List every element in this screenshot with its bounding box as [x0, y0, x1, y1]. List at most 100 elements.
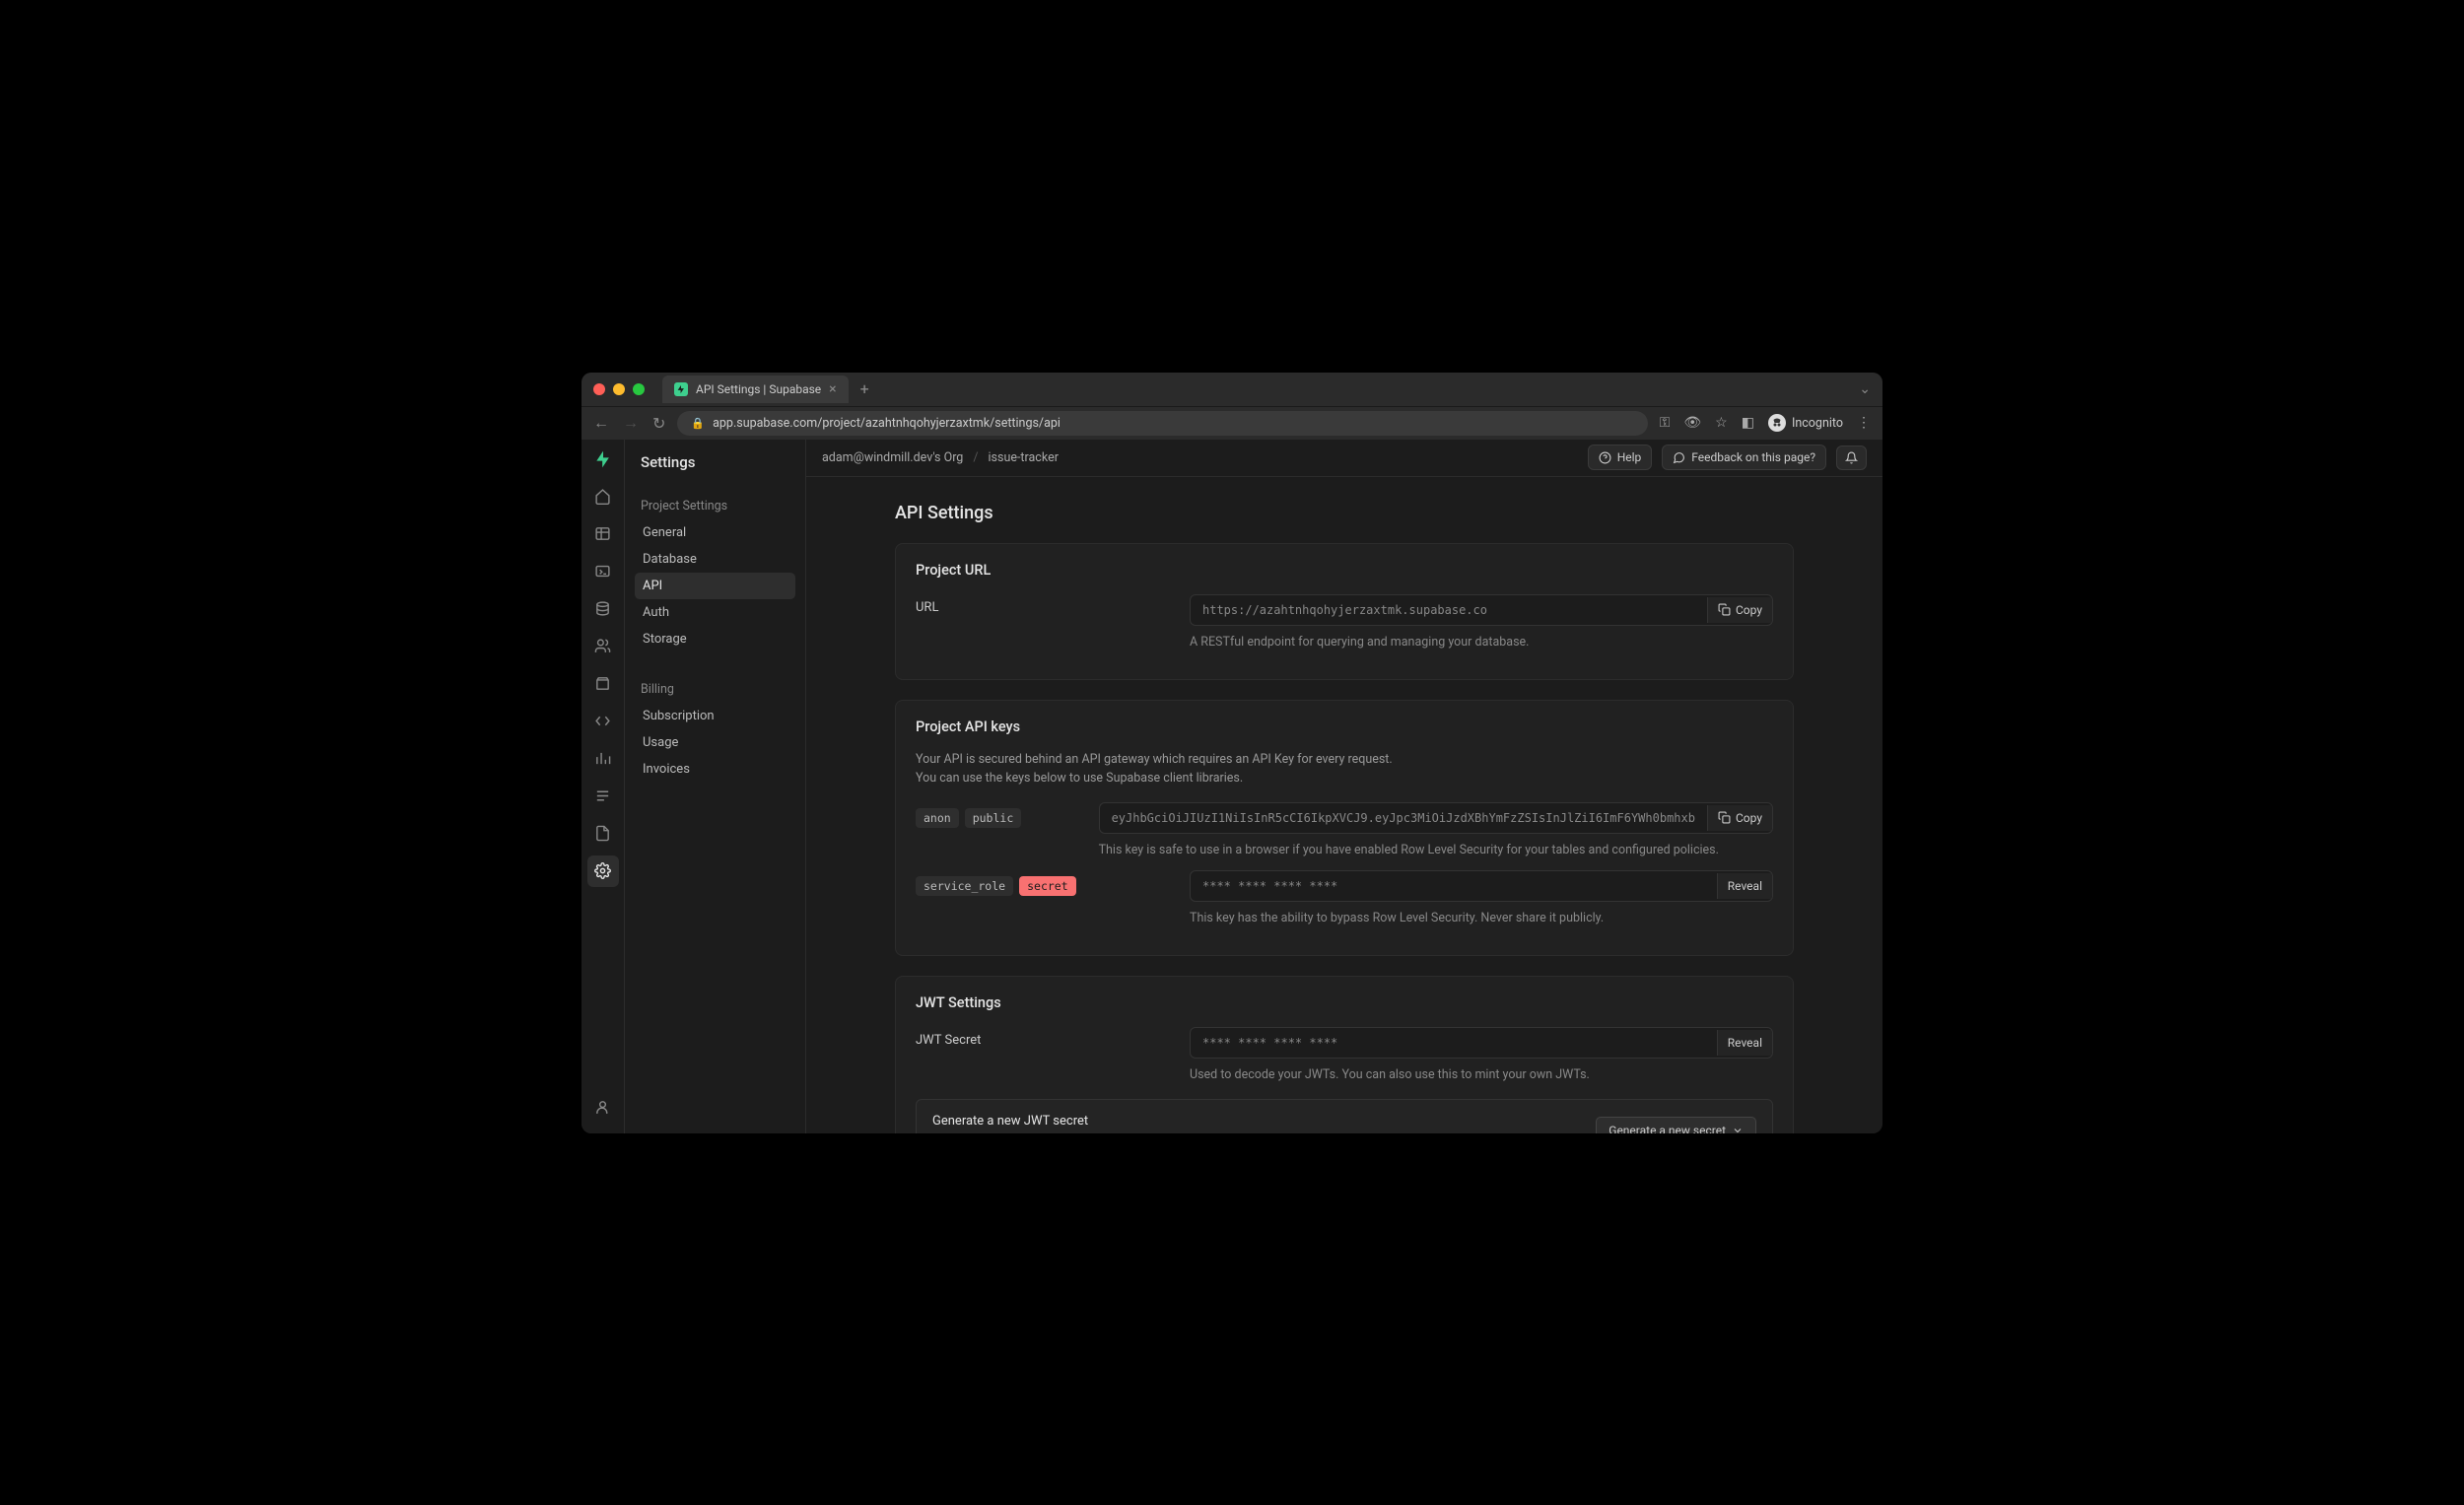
secret-tag: secret	[1019, 876, 1076, 896]
feedback-button[interactable]: Feedback on this page?	[1662, 445, 1826, 470]
storage-icon[interactable]	[587, 668, 619, 700]
sidebar-item-database[interactable]: Database	[635, 546, 795, 573]
generate-secret-label: Generate a new secret	[1608, 1124, 1726, 1133]
copy-icon	[1718, 811, 1731, 824]
maximize-window-icon[interactable]	[633, 383, 645, 395]
jwt-heading: JWT Settings	[916, 994, 1773, 1011]
api-keys-desc-2: You can use the keys below to use Supaba…	[916, 770, 1773, 788]
eye-off-icon[interactable]: 👁	[1683, 415, 1701, 431]
reload-icon[interactable]: ↻	[652, 414, 665, 433]
sidebar-item-usage[interactable]: Usage	[635, 729, 795, 756]
docs-icon[interactable]	[587, 818, 619, 850]
icon-rail	[582, 440, 625, 1133]
sidebar-item-api[interactable]: API	[635, 573, 795, 599]
sidebar-group-billing: Billing	[635, 674, 795, 703]
help-label: Help	[1617, 450, 1642, 464]
page-content: API Settings Project URL URL https://aza…	[806, 477, 1882, 1133]
generate-secret-card: Generate a new JWT secret A random secre…	[916, 1099, 1773, 1133]
supabase-logo-icon[interactable]	[593, 449, 613, 469]
topbar: adam@windmill.dev's Org / issue-tracker …	[806, 440, 1882, 477]
chevron-down-icon	[1732, 1125, 1744, 1133]
home-icon[interactable]	[587, 481, 619, 513]
sidebar-item-storage[interactable]: Storage	[635, 626, 795, 652]
settings-icon[interactable]	[587, 855, 619, 887]
jwt-secret-value[interactable]: **** **** **** ****	[1191, 1028, 1717, 1058]
tab-title: API Settings | Supabase	[696, 382, 821, 396]
anon-tag: anon	[916, 808, 959, 828]
auth-icon[interactable]	[587, 631, 619, 662]
supabase-favicon-icon	[674, 382, 688, 396]
project-url-value[interactable]: https://azahtnhqohyjerzaxtmk.supabase.co	[1191, 595, 1707, 625]
generate-secret-button[interactable]: Generate a new secret	[1596, 1117, 1756, 1133]
help-icon	[1599, 451, 1611, 464]
jwt-secret-hint: Used to decode your JWTs. You can also u…	[1190, 1066, 1773, 1085]
service-key-hint: This key has the ability to bypass Row L…	[1190, 910, 1773, 928]
api-keys-card: Project API keys Your API is secured beh…	[895, 700, 1794, 956]
bell-icon	[1845, 451, 1858, 464]
edge-functions-icon[interactable]	[587, 706, 619, 737]
chat-icon	[1673, 451, 1685, 464]
table-icon[interactable]	[587, 518, 619, 550]
sidebar-item-subscription[interactable]: Subscription	[635, 703, 795, 729]
sidebar-item-auth[interactable]: Auth	[635, 599, 795, 626]
copy-url-button[interactable]: Copy	[1707, 597, 1772, 623]
browser-tab[interactable]: API Settings | Supabase ×	[662, 376, 849, 403]
urlbar-actions: ⚿ 👁 ☆ ◧ Incognito ⋮	[1660, 414, 1871, 432]
jwt-secret-label: JWT Secret	[916, 1027, 1186, 1048]
sidebar-group-project: Project Settings	[635, 491, 795, 519]
database-icon[interactable]	[587, 593, 619, 625]
anon-key-input: eyJhbGciOiJIUzI1NiIsInR5cCI6IkpXVCJ9.eyJ…	[1099, 802, 1773, 834]
help-button[interactable]: Help	[1588, 445, 1653, 470]
sql-icon[interactable]	[587, 556, 619, 587]
copy-label: Copy	[1736, 811, 1762, 825]
breadcrumb-separator-icon: /	[973, 450, 978, 465]
public-tag: public	[965, 808, 1022, 828]
profile-button[interactable]: Incognito	[1768, 414, 1843, 432]
close-window-icon[interactable]	[593, 383, 605, 395]
reports-icon[interactable]	[587, 743, 619, 775]
new-tab-button[interactable]: +	[860, 379, 869, 398]
notifications-button[interactable]	[1836, 445, 1867, 470]
address-bar[interactable]: 🔒 app.supabase.com/project/azahtnhqohyje…	[677, 411, 1647, 436]
nav-controls: ← → ↻	[593, 413, 665, 433]
reveal-service-button[interactable]: Reveal	[1717, 873, 1772, 899]
anon-key-hint: This key is safe to use in a browser if …	[1099, 842, 1773, 860]
copy-anon-button[interactable]: Copy	[1707, 805, 1772, 831]
incognito-label: Incognito	[1792, 416, 1843, 431]
tabs-overflow-icon[interactable]: ⌄	[1859, 381, 1871, 397]
extensions-icon[interactable]: ◧	[1742, 415, 1754, 431]
project-url-card: Project URL URL https://azahtnhqohyjerza…	[895, 543, 1794, 681]
logs-icon[interactable]	[587, 781, 619, 812]
close-tab-icon[interactable]: ×	[829, 381, 836, 397]
jwt-secret-input: **** **** **** **** Reveal	[1190, 1027, 1773, 1059]
url-label: URL	[916, 594, 1186, 615]
feedback-label: Feedback on this page?	[1691, 450, 1815, 464]
sidebar-item-invoices[interactable]: Invoices	[635, 756, 795, 783]
star-icon[interactable]: ☆	[1715, 415, 1728, 431]
reveal-label: Reveal	[1728, 879, 1762, 893]
reveal-jwt-button[interactable]: Reveal	[1717, 1030, 1772, 1056]
copy-icon	[1718, 603, 1731, 616]
breadcrumb-org[interactable]: adam@windmill.dev's Org	[822, 450, 963, 465]
minimize-window-icon[interactable]	[613, 383, 625, 395]
jwt-card: JWT Settings JWT Secret **** **** **** *…	[895, 976, 1794, 1132]
api-keys-heading: Project API keys	[916, 718, 1773, 735]
settings-sidebar: Settings Project Settings General Databa…	[625, 440, 806, 1133]
urlbar: ← → ↻ 🔒 app.supabase.com/project/azahtnh…	[582, 406, 1882, 440]
sidebar-item-general[interactable]: General	[635, 519, 795, 546]
generate-secret-title: Generate a new JWT secret	[932, 1114, 1584, 1129]
menu-icon[interactable]: ⋮	[1857, 415, 1871, 431]
account-icon[interactable]	[587, 1092, 619, 1124]
anon-key-value[interactable]: eyJhbGciOiJIUzI1NiIsInR5cCI6IkpXVCJ9.eyJ…	[1100, 803, 1707, 833]
titlebar: API Settings | Supabase × + ⌄	[582, 373, 1882, 406]
service-key-value[interactable]: **** **** **** ****	[1191, 871, 1717, 901]
forward-icon[interactable]: →	[623, 413, 639, 433]
service-key-input: **** **** **** **** Reveal	[1190, 870, 1773, 902]
project-url-input: https://azahtnhqohyjerzaxtmk.supabase.co…	[1190, 594, 1773, 626]
breadcrumb-project[interactable]: issue-tracker	[989, 450, 1059, 465]
sidebar-title: Settings	[635, 453, 795, 471]
back-icon[interactable]: ←	[593, 413, 609, 433]
generate-secret-desc: A random secret will be created, or you …	[932, 1132, 1584, 1133]
key-icon[interactable]: ⚿	[1660, 415, 1671, 431]
incognito-avatar-icon	[1768, 414, 1786, 432]
